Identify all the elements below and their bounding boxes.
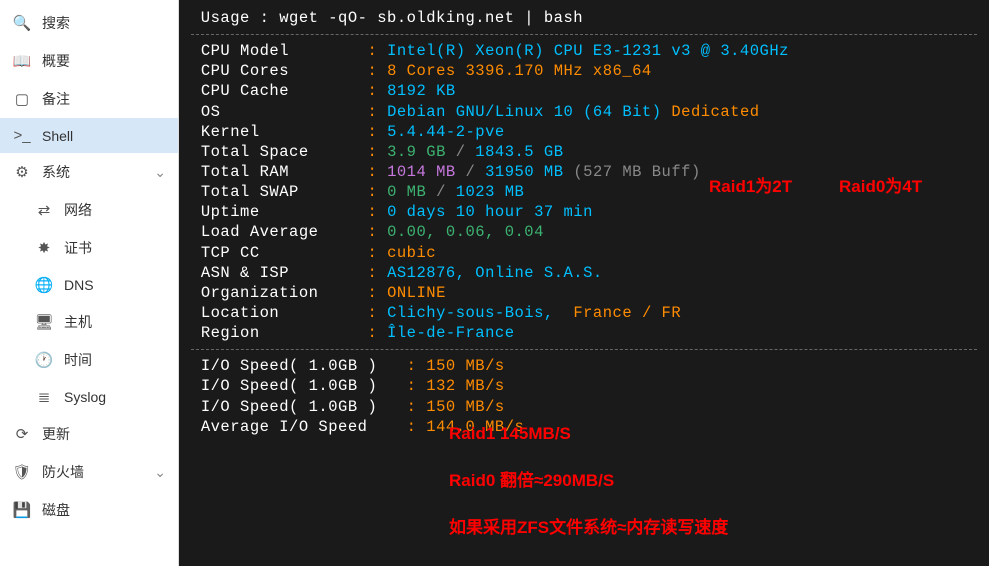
sidebar-item-11[interactable]: ⟳ 更新 [0, 415, 178, 453]
sidebar-item-3[interactable]: >_ Shell [0, 118, 178, 153]
sidebar-icon: 🕐 [34, 351, 54, 369]
info-row-5: Total Space : 3.9 GB / 1843.5 GB [191, 142, 977, 162]
sidebar-label: 证书 [64, 238, 92, 258]
chevron-down-icon: ⌄ [154, 164, 166, 181]
sidebar-label: 备注 [42, 89, 70, 109]
sidebar: 🔍 搜索 📖 概要 ▢ 备注 >_ Shell ⚙ 系统 ⌄ ⇄ 网络 ✸ 证书 🌐 DNS 🖥 主机 🕐 时间 ≣ Sys… [0, 0, 179, 566]
info-row-10: TCP CC : cubic [191, 243, 977, 263]
sidebar-label: 系统 [42, 162, 70, 182]
info-row-12: Organization : ONLINE [191, 283, 977, 303]
info-row-0: CPU Model : Intel(R) Xeon(R) CPU E3-1231… [191, 41, 977, 61]
info-row-4: Kernel : 5.4.44-2-pve [191, 122, 977, 142]
sidebar-item-1[interactable]: 📖 概要 [0, 42, 178, 80]
sidebar-item-8[interactable]: 🖥 主机 [0, 303, 178, 341]
sidebar-label: 概要 [42, 51, 70, 71]
sidebar-icon: ⟳ [12, 425, 32, 443]
sidebar-label: Syslog [64, 389, 106, 405]
sidebar-item-12[interactable]: 🛡 防火墙 ⌄ [0, 453, 178, 491]
sidebar-label: 主机 [64, 312, 92, 332]
info-row-13: Location : Clichy-sous-Bois, France / FR [191, 303, 977, 323]
annotation-zfs: 如果采用ZFS文件系统≈内存读写速度 [449, 517, 728, 539]
sidebar-item-0[interactable]: 🔍 搜索 [0, 4, 178, 42]
sidebar-label: 更新 [42, 424, 70, 444]
io-row-2: I/O Speed( 1.0GB ) : 150 MB/s [191, 397, 977, 417]
shell-terminal[interactable]: Usage : wget -qO- sb.oldking.net | bash … [179, 0, 989, 566]
usage-line: Usage : wget -qO- sb.oldking.net | bash [191, 8, 977, 28]
info-row-9: Load Average : 0.00, 0.06, 0.04 [191, 222, 977, 242]
io-row-0: I/O Speed( 1.0GB ) : 150 MB/s [191, 356, 977, 376]
sidebar-item-7[interactable]: 🌐 DNS [0, 267, 178, 303]
sidebar-icon: ⚙ [12, 163, 32, 181]
annotation-raid1-2t: Raid1为2T [709, 176, 792, 198]
io-row-1: I/O Speed( 1.0GB ) : 132 MB/s [191, 376, 977, 396]
sidebar-item-9[interactable]: 🕐 时间 [0, 341, 178, 379]
info-row-1: CPU Cores : 8 Cores 3396.170 MHz x86_64 [191, 61, 977, 81]
sidebar-label: Shell [42, 128, 73, 144]
sidebar-label: 时间 [64, 350, 92, 370]
sidebar-item-5[interactable]: ⇄ 网络 [0, 191, 178, 229]
sidebar-item-6[interactable]: ✸ 证书 [0, 229, 178, 267]
info-row-8: Uptime : 0 days 10 hour 37 min [191, 202, 977, 222]
sidebar-item-13[interactable]: 💾 磁盘 [0, 491, 178, 529]
sidebar-icon: ▢ [12, 90, 32, 108]
sidebar-icon: >_ [12, 127, 32, 144]
sidebar-icon: 🌐 [34, 276, 54, 294]
io-row-3: Average I/O Speed : 144.0 MB/s [191, 417, 977, 437]
sidebar-icon: 🛡 [12, 463, 32, 481]
sidebar-item-4[interactable]: ⚙ 系统 ⌄ [0, 153, 178, 191]
sidebar-icon: ✸ [34, 239, 54, 257]
divider [191, 34, 977, 35]
sidebar-icon: 🖥 [34, 313, 54, 331]
sidebar-label: 磁盘 [42, 500, 70, 520]
sidebar-item-10[interactable]: ≣ Syslog [0, 379, 178, 415]
chevron-down-icon: ⌄ [154, 464, 166, 481]
annotation-raid1-speed: Raid1 145MB/S [449, 423, 571, 445]
info-row-14: Region : Île-de-France [191, 323, 977, 343]
annotation-raid0-speed: Raid0 翻倍≈290MB/S [449, 470, 614, 492]
sidebar-icon: 🔍 [12, 14, 32, 32]
annotation-raid0-4t: Raid0为4T [839, 176, 922, 198]
sidebar-label: DNS [64, 277, 94, 293]
info-row-3: OS : Debian GNU/Linux 10 (64 Bit) Dedica… [191, 102, 977, 122]
sidebar-icon: ⇄ [34, 201, 54, 219]
sidebar-icon: 📖 [12, 52, 32, 70]
io-speed-block: I/O Speed( 1.0GB ) : 150 MB/s I/O Speed(… [191, 356, 977, 437]
info-row-11: ASN & ISP : AS12876, Online S.A.S. [191, 263, 977, 283]
divider [191, 349, 977, 350]
sidebar-label: 防火墙 [42, 462, 84, 482]
sidebar-label: 搜索 [42, 13, 70, 33]
sidebar-label: 网络 [64, 200, 92, 220]
info-row-2: CPU Cache : 8192 KB [191, 81, 977, 101]
sidebar-item-2[interactable]: ▢ 备注 [0, 80, 178, 118]
sidebar-icon: 💾 [12, 501, 32, 519]
sidebar-icon: ≣ [34, 388, 54, 406]
